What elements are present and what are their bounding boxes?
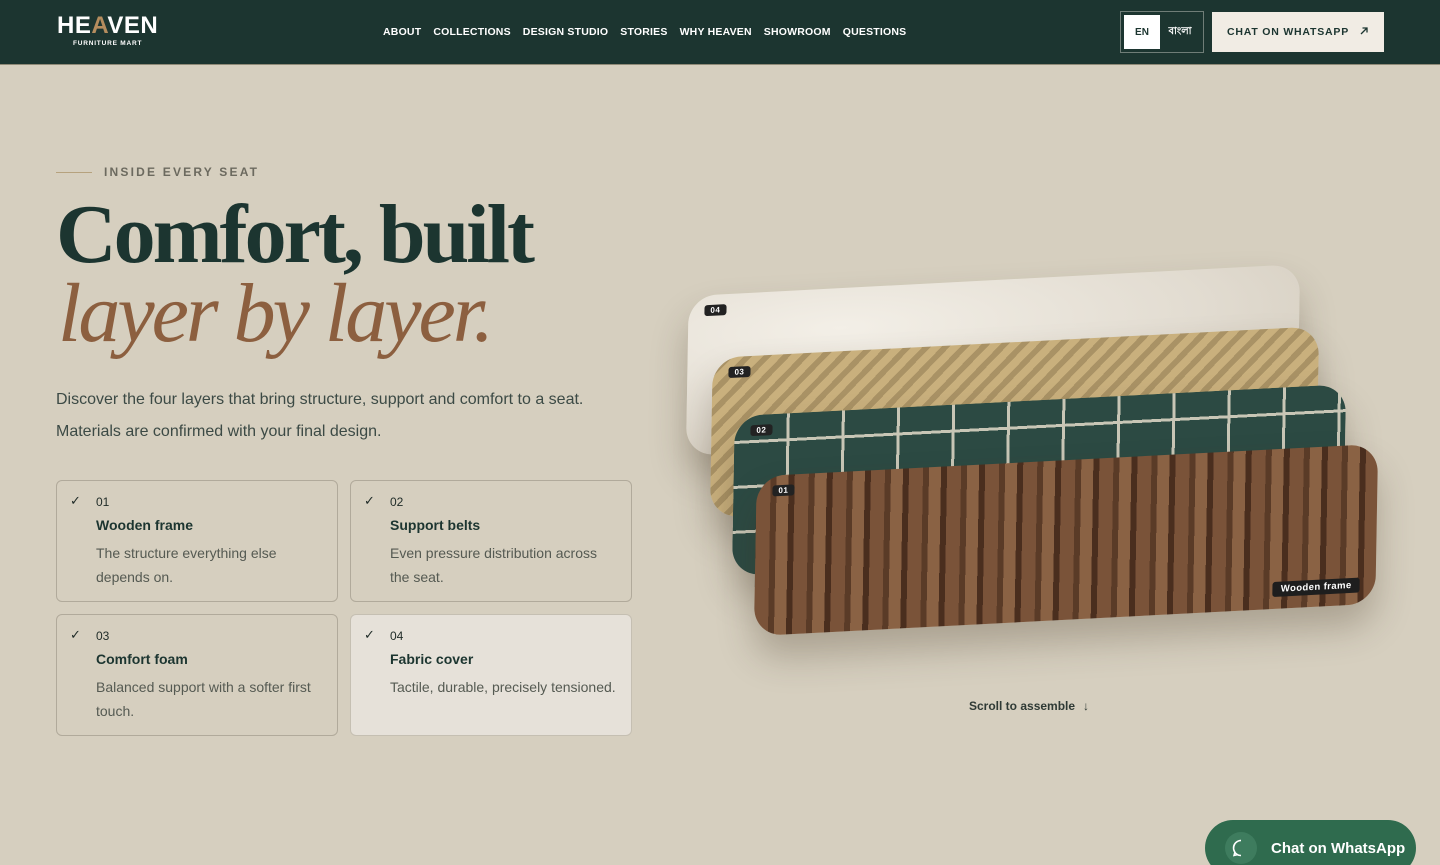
layer-card-number: 03	[96, 629, 110, 643]
layer-tag: 02	[750, 424, 773, 437]
site-header: HEAVEN FURNITURE MART ABOUT COLLECTIONS …	[0, 0, 1440, 65]
chat-whatsapp-label: CHAT ON WHATSAPP	[1226, 26, 1350, 38]
floating-whatsapp-label: Chat on WhatsApp	[1271, 839, 1406, 857]
logo-tagline: FURNITURE MART	[72, 40, 143, 47]
layer-card-body: Even pressure distribution across the se…	[390, 545, 597, 585]
logo-wordmark: HEAVEN	[57, 12, 159, 39]
eyebrow-text: INSIDE EVERY SEAT	[104, 165, 260, 179]
layer-card-title: Wooden frame	[96, 517, 193, 533]
chat-whatsapp-button[interactable]: CHAT ON WHATSAPP	[1212, 12, 1384, 52]
nav-stories[interactable]: STORIES	[620, 25, 667, 39]
layer-card-number: 04	[390, 629, 404, 643]
logo[interactable]: HEAVEN FURNITURE MART	[57, 12, 159, 48]
layer-card-fabric-cover[interactable]: ✓ 04 Fabric cover Tactile, durable, prec…	[350, 614, 632, 736]
language-switcher: EN বাংলা	[1120, 11, 1204, 53]
layer-card-body: The structure everything else depends on…	[96, 545, 277, 585]
lang-bn-button[interactable]: বাংলা	[1160, 24, 1200, 41]
layer-tag: 04	[704, 304, 727, 317]
nav-why-heaven[interactable]: WHY HEAVEN	[680, 25, 752, 39]
arrow-up-right-icon	[1359, 25, 1369, 39]
check-icon: ✓	[364, 627, 375, 642]
lang-en-button[interactable]: EN	[1124, 15, 1160, 49]
check-icon: ✓	[70, 493, 81, 508]
layer-card-number: 01	[96, 495, 110, 509]
arrow-down-icon: ↓	[1083, 699, 1090, 713]
layer-card-support-belts[interactable]: ✓ 02 Support belts Even pressure distrib…	[350, 480, 632, 602]
layer-card-comfort-foam[interactable]: ✓ 03 Comfort foam Balanced support with …	[56, 614, 338, 736]
layer-card-title: Fabric cover	[390, 651, 474, 667]
hero-title-line1: Comfort, built	[56, 188, 535, 281]
nav-showroom[interactable]: SHOWROOM	[764, 25, 831, 39]
layer-card-body: Balanced support with a softer first tou…	[96, 679, 311, 719]
hero-title-line2: layer by layer.	[58, 267, 494, 360]
layer-card-number: 02	[390, 495, 404, 509]
nav-about[interactable]: ABOUT	[383, 25, 421, 39]
nav-questions[interactable]: QUESTIONS	[843, 25, 907, 39]
layer-card-body: Tactile, durable, precisely tensioned.	[390, 679, 616, 695]
floating-whatsapp-button[interactable]: Chat on WhatsApp	[1205, 820, 1416, 865]
main-nav: ABOUT COLLECTIONS DESIGN STUDIO STORIES …	[383, 25, 906, 39]
layer-tag: 03	[728, 365, 751, 379]
chat-bubble-icon	[1225, 832, 1257, 864]
layer-card-wooden-frame[interactable]: ✓ 01 Wooden frame The structure everythi…	[56, 480, 338, 602]
check-icon: ✓	[70, 627, 81, 642]
layer-tag: 01	[772, 484, 795, 497]
hero-description: Discover the four layers that bring stru…	[56, 391, 584, 440]
scroll-hint-text: Scroll to assemble	[969, 699, 1076, 713]
wooden-frame-layer: 01 Wooden frame	[753, 443, 1379, 637]
seat-layers-illustration: 04 03 02 01 Wooden frame	[660, 260, 1420, 660]
nav-design-studio[interactable]: DESIGN STUDIO	[523, 25, 608, 39]
eyebrow-rule	[56, 171, 92, 173]
scroll-hint[interactable]: Scroll to assemble ↓	[969, 699, 1089, 713]
check-icon: ✓	[364, 493, 375, 508]
nav-collections[interactable]: COLLECTIONS	[433, 25, 510, 39]
section-eyebrow: INSIDE EVERY SEAT	[56, 165, 259, 179]
layer-card-title: Comfort foam	[96, 651, 188, 667]
layer-card-title: Support belts	[390, 517, 481, 533]
wooden-frame-label: Wooden frame	[1272, 577, 1360, 598]
